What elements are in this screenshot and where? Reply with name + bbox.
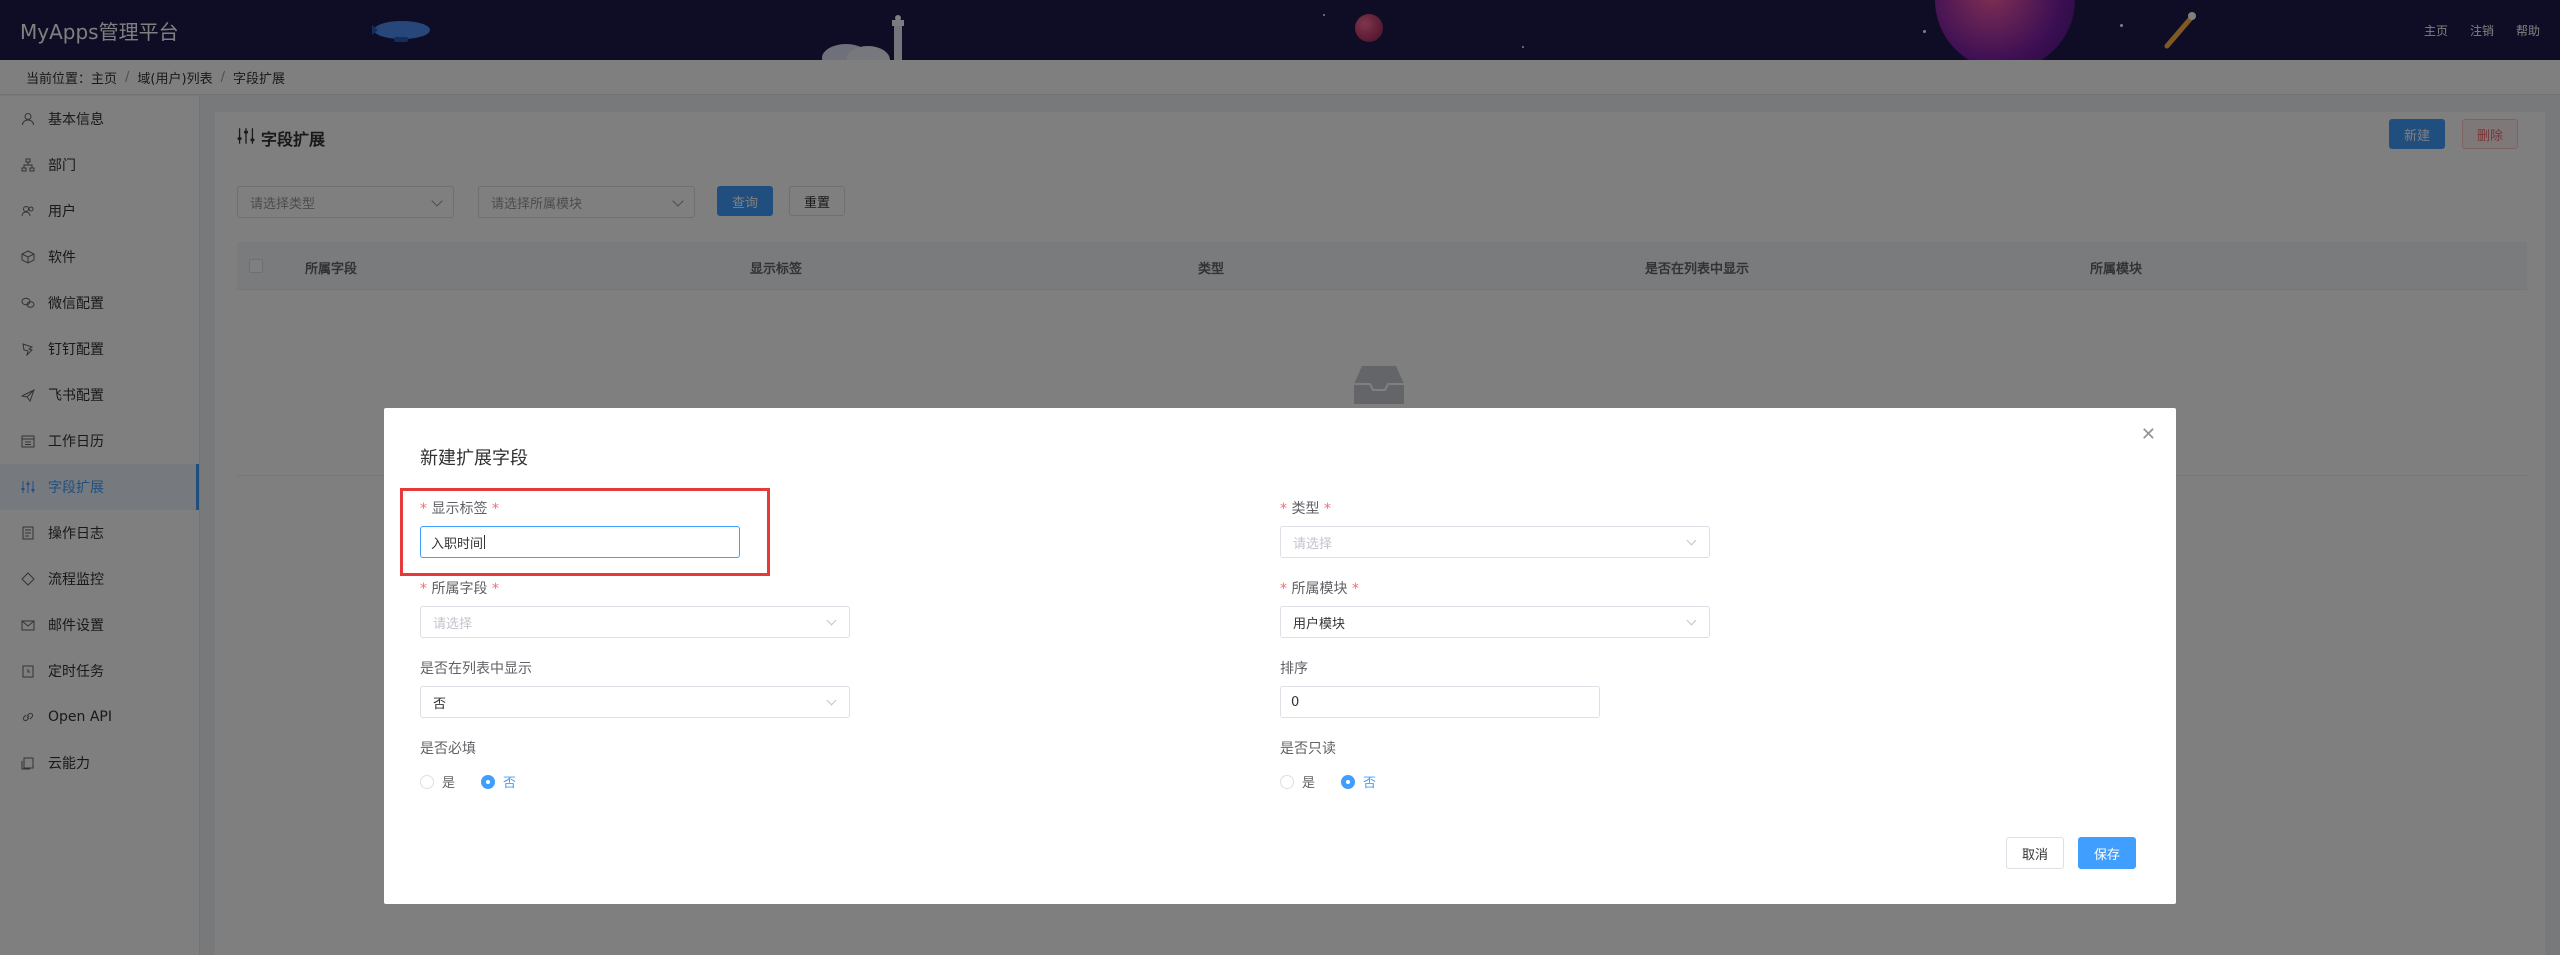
required-mark: * xyxy=(1319,501,1331,517)
module-select[interactable]: 用户模块 xyxy=(1280,606,1710,638)
type-label-text: 类型 xyxy=(1291,501,1320,517)
chevron-down-icon xyxy=(1686,615,1697,626)
required-mark: * xyxy=(420,581,432,597)
type-select[interactable]: 请选择 xyxy=(1280,526,1710,558)
chevron-down-icon xyxy=(1686,535,1697,546)
sort-input[interactable]: 0 xyxy=(1280,686,1600,718)
module-label: * 所属模块 * xyxy=(1280,578,1359,598)
radio-dot xyxy=(1280,774,1294,789)
radio-label: 是 xyxy=(442,776,456,791)
show-in-list-value: 否 xyxy=(433,696,447,712)
chevron-down-icon xyxy=(826,615,837,626)
readonly-no-radio[interactable]: 否 xyxy=(1341,772,1376,791)
new-field-dialog: 新建扩展字段 ✕ * 显示标签 * 入职时间 * 类型 * 请选择 * 所属字段… xyxy=(384,408,2176,904)
readonly-yes-radio[interactable]: 是 xyxy=(1280,772,1315,791)
sort-label: 排序 xyxy=(1280,661,1308,677)
radio-dot xyxy=(481,774,496,789)
field-label: * 所属字段 * xyxy=(420,578,499,598)
show-in-list-select[interactable]: 否 xyxy=(420,686,850,718)
save-button[interactable]: 保存 xyxy=(2078,837,2137,869)
cancel-button[interactable]: 取消 xyxy=(2006,837,2065,869)
required-radio-group: 是 否 xyxy=(420,772,516,791)
required-label: 是否必填 xyxy=(420,741,476,757)
required-mark: * xyxy=(1280,501,1292,517)
radio-label: 是 xyxy=(1302,776,1316,791)
radio-label: 否 xyxy=(503,776,517,791)
show-in-list-label: 是否在列表中显示 xyxy=(420,661,532,677)
close-icon[interactable]: ✕ xyxy=(2141,424,2156,445)
field-select[interactable]: 请选择 xyxy=(420,606,850,638)
dialog-title: 新建扩展字段 xyxy=(420,448,528,469)
required-mark: * xyxy=(487,581,499,597)
field-placeholder: 请选择 xyxy=(433,616,473,632)
type-label: * 类型 * xyxy=(1280,498,1331,518)
readonly-label: 是否只读 xyxy=(1280,741,1336,757)
readonly-radio-group: 是 否 xyxy=(1280,772,1376,791)
radio-label: 否 xyxy=(1363,776,1377,791)
required-mark: * xyxy=(1347,581,1359,597)
required-yes-radio[interactable]: 是 xyxy=(420,772,455,791)
sort-value: 0 xyxy=(1291,694,1300,710)
field-label-text: 所属字段 xyxy=(431,581,488,597)
type-placeholder: 请选择 xyxy=(1293,536,1333,552)
radio-dot xyxy=(1341,774,1356,789)
required-mark: * xyxy=(1280,581,1292,597)
module-label-text: 所属模块 xyxy=(1291,581,1348,597)
required-no-radio[interactable]: 否 xyxy=(481,772,516,791)
chevron-down-icon xyxy=(826,695,837,706)
radio-dot xyxy=(420,774,434,789)
highlight-box xyxy=(400,488,770,576)
module-value: 用户模块 xyxy=(1293,616,1346,632)
